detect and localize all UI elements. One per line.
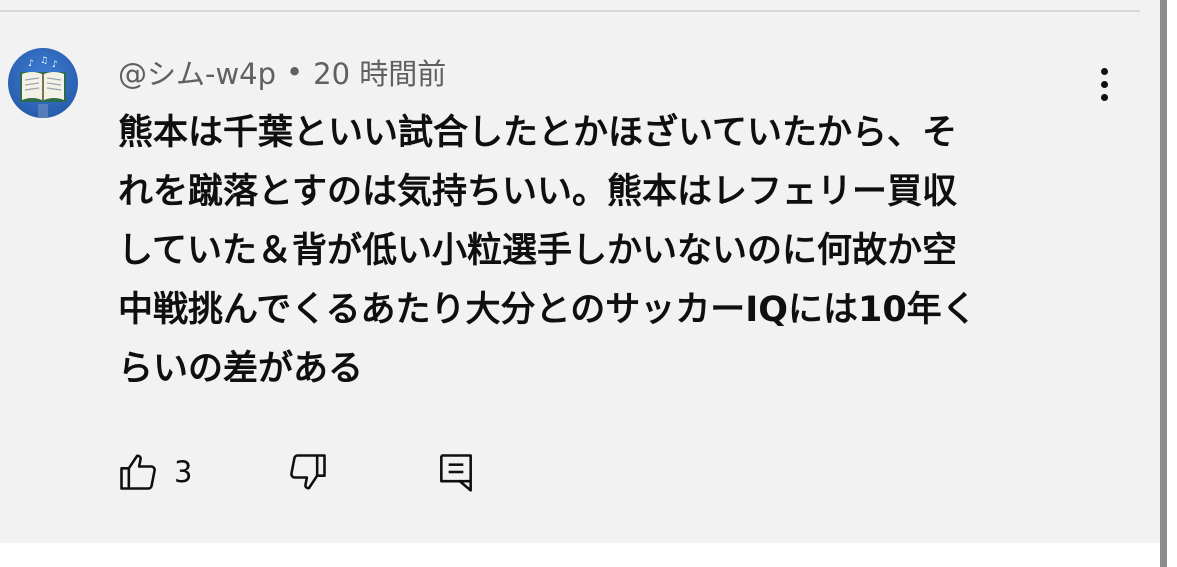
reply-comment-icon (440, 454, 472, 492)
separator-dot: • (286, 55, 304, 89)
scrollbar[interactable] (1160, 0, 1167, 567)
thumbs-up-icon (120, 454, 156, 490)
comment-text: 熊本は千葉といい試合したとかほざいていたから、そ れを蹴落とすのは気持ちいい。熊… (118, 104, 1108, 399)
comment-header: @シム-w4p • 20 時間前 (118, 52, 446, 92)
svg-text:♫: ♫ (40, 56, 48, 66)
avatar[interactable]: ♪ ♫ ♪ (8, 48, 78, 118)
comment-line: していた＆背が低い小粒選手しかいないのに何故か空 (118, 231, 957, 271)
author-name[interactable]: @シム-w4p (118, 51, 276, 93)
comment-time[interactable]: 20 時間前 (313, 51, 446, 93)
comment-card: ♪ ♫ ♪ @シム-w4p • 20 時間前 熊本は千葉といい試合したとかほざい… (0, 0, 1160, 543)
thumbs-down-icon (290, 454, 326, 490)
reply-button[interactable] (434, 450, 478, 494)
svg-text:♪: ♪ (52, 60, 58, 70)
like-button[interactable] (116, 450, 160, 494)
comment-actions: 3 (116, 446, 478, 498)
comment-line: 中戦挑んでくるあたり大分とのサッカーIQには10年く (118, 290, 977, 330)
dislike-button[interactable] (286, 450, 330, 494)
more-vert-icon[interactable] (1086, 62, 1122, 106)
comment-line: れを蹴落とすのは気持ちいい。熊本はレフェリー買収 (118, 172, 957, 212)
svg-text:♪: ♪ (28, 59, 34, 69)
page-edge (1160, 0, 1177, 567)
divider (0, 10, 1140, 12)
comment-line: らいの差がある (118, 349, 364, 389)
book-music-icon: ♪ ♫ ♪ (20, 56, 66, 118)
comment-line: 熊本は千葉といい試合したとかほざいていたから、そ (118, 113, 957, 153)
like-count: 3 (174, 455, 193, 489)
